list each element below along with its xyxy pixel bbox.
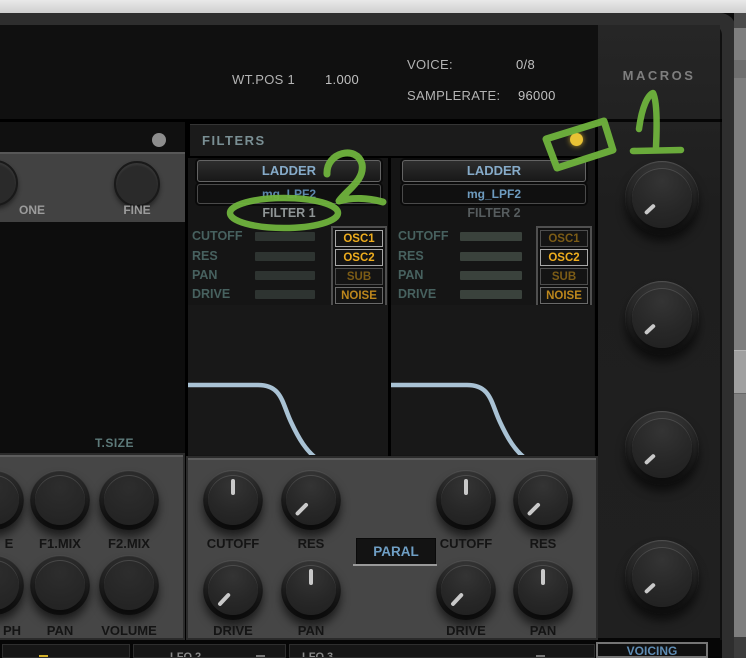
- bottom-panel-env: [2, 644, 130, 658]
- semitone-knob-label: ONE: [18, 203, 45, 217]
- filter2-cutoff-mod-slider[interactable]: [460, 232, 522, 241]
- filter1-res-knob[interactable]: [281, 470, 341, 530]
- table-size-label: T.SIZE: [95, 436, 135, 450]
- macro-knob-4[interactable]: [625, 540, 699, 614]
- f1-mix-knob[interactable]: [30, 470, 90, 530]
- synth-plugin-window: WT.POS 1 1.000 VOICE: 0/8 SAMPLERATE: 96…: [0, 0, 746, 658]
- filter1-pan-knob-label: PAN: [297, 623, 325, 638]
- filters-header-led[interactable]: [570, 133, 583, 146]
- filter2-drive-mod-slider[interactable]: [460, 290, 522, 299]
- filter2-drive-knob[interactable]: [436, 560, 496, 620]
- f2-mix-knob[interactable]: [99, 470, 159, 530]
- filter1-cutoff-knob-label: CUTOFF: [206, 536, 260, 551]
- macros-title: MACROS: [622, 68, 696, 83]
- filter2-osc2-button[interactable]: OSC2: [540, 249, 588, 266]
- wavetable-display-area: [0, 222, 185, 455]
- macros-divider: [598, 119, 720, 122]
- section-led-indicator: [152, 133, 166, 147]
- wtpos-value: 1.000: [325, 72, 360, 87]
- lfo2-label: LFO 2: [170, 651, 202, 658]
- filter1-subtype-dropdown[interactable]: mg_LPF2: [197, 184, 381, 204]
- osc-knob-partial-1-label: E: [4, 536, 14, 551]
- filter2-sub-button[interactable]: SUB: [540, 268, 588, 285]
- filter2-model-dropdown[interactable]: LADDER: [402, 160, 586, 182]
- filter1-sub-button[interactable]: SUB: [335, 268, 383, 285]
- bottom-panel-lfo2[interactable]: LFO 2: [133, 644, 286, 658]
- filter1-model-dropdown[interactable]: LADDER: [197, 160, 381, 182]
- f1-mix-knob-label: F1.MIX: [39, 536, 81, 551]
- filter2-cutoff-knob[interactable]: [436, 470, 496, 530]
- filters-header-bar[interactable]: FILTERS: [188, 122, 597, 158]
- filter1-response-display[interactable]: [188, 305, 388, 455]
- scrollbar-segment: [734, 13, 746, 28]
- voicing-button[interactable]: VOICING: [596, 642, 708, 658]
- filter2-mod-pan-label: PAN: [398, 268, 424, 282]
- filter2-mod-res-label: RES: [398, 249, 424, 263]
- filter1-input-routing: OSC1 OSC2 SUB NOISE: [331, 226, 387, 310]
- filter2-res-mod-slider[interactable]: [460, 252, 522, 261]
- bottom-panel-lfo3[interactable]: LFO 3: [289, 644, 595, 658]
- filter2-drive-knob-label: DRIVE: [446, 623, 486, 638]
- filter2-name-label: FILTER 2: [467, 206, 521, 220]
- filter2-res-knob[interactable]: [513, 470, 573, 530]
- filter1-res-knob-label: RES: [297, 536, 325, 551]
- parallel-underline: [353, 564, 437, 566]
- filter2-pan-mod-slider[interactable]: [460, 271, 522, 280]
- filter2-cutoff-knob-label: CUTOFF: [439, 536, 493, 551]
- filter1-drive-knob-label: DRIVE: [213, 623, 253, 638]
- f2-mix-knob-label: F2.MIX: [108, 536, 150, 551]
- filter1-pan-mod-slider[interactable]: [255, 271, 315, 280]
- macro-knob-3[interactable]: [625, 411, 699, 485]
- filter1-drive-knob[interactable]: [203, 560, 263, 620]
- filter1-name-label: FILTER 1: [262, 206, 316, 220]
- window-chrome-strip: [0, 0, 746, 13]
- filter2-noise-button[interactable]: NOISE: [540, 287, 588, 304]
- filter2-response-display[interactable]: [391, 305, 594, 455]
- voice-label: VOICE:: [407, 57, 453, 72]
- voice-value: 0/8: [516, 57, 535, 72]
- osc-knob-partial-2-label: PH: [2, 623, 22, 638]
- filter2-pan-knob[interactable]: [513, 560, 573, 620]
- macro-knob-2[interactable]: [625, 281, 699, 355]
- filter1-drive-mod-slider[interactable]: [255, 290, 315, 299]
- filter2-pan-knob-label: PAN: [529, 623, 557, 638]
- filter1-mod-drive-label: DRIVE: [192, 287, 231, 301]
- osc-volume-knob[interactable]: [99, 555, 159, 615]
- scrollbar[interactable]: [734, 13, 746, 658]
- osc-volume-knob-label: VOLUME: [101, 623, 157, 638]
- samplerate-value: 96000: [518, 88, 556, 103]
- filter1-noise-button[interactable]: NOISE: [335, 287, 383, 304]
- filter2-mod-cutoff-label: CUTOFF: [398, 229, 449, 243]
- filter2-mod-drive-label: DRIVE: [398, 287, 437, 301]
- wtpos-label: WT.POS 1: [232, 72, 296, 87]
- scrollbar-thumb[interactable]: [734, 350, 746, 394]
- lfo3-label: LFO 3: [302, 651, 334, 658]
- filter1-curve: [188, 382, 316, 455]
- fine-knob-label: FINE: [123, 203, 151, 217]
- filter1-pan-knob[interactable]: [281, 560, 341, 620]
- filter1-res-mod-slider[interactable]: [255, 252, 315, 261]
- filter1-mod-cutoff-label: CUTOFF: [192, 229, 243, 243]
- filter1-cutoff-knob[interactable]: [203, 470, 263, 530]
- filter1-cutoff-mod-slider[interactable]: [255, 232, 315, 241]
- osc-pan-knob[interactable]: [30, 555, 90, 615]
- scrollbar-segment: [734, 637, 746, 658]
- osc-pan-knob-label: PAN: [46, 623, 74, 638]
- filter1-mod-pan-label: PAN: [192, 268, 218, 282]
- filter1-mod-res-label: RES: [192, 249, 218, 263]
- scrollbar-segment: [734, 60, 746, 78]
- macro-knob-1[interactable]: [625, 161, 699, 235]
- filter2-curve: [391, 382, 525, 455]
- samplerate-label: SAMPLERATE:: [407, 88, 501, 103]
- parallel-routing-button[interactable]: PARAL: [356, 538, 436, 565]
- filters-title: FILTERS: [202, 133, 266, 148]
- fine-knob[interactable]: [114, 161, 160, 207]
- filter1-osc1-button[interactable]: OSC1: [335, 230, 383, 247]
- filter1-osc2-button[interactable]: OSC2: [335, 249, 383, 266]
- filter2-res-knob-label: RES: [529, 536, 557, 551]
- filter2-subtype-dropdown[interactable]: mg_LPF2: [402, 184, 586, 204]
- filter2-osc1-button[interactable]: OSC1: [540, 230, 588, 247]
- filter2-input-routing: OSC1 OSC2 SUB NOISE: [536, 226, 592, 310]
